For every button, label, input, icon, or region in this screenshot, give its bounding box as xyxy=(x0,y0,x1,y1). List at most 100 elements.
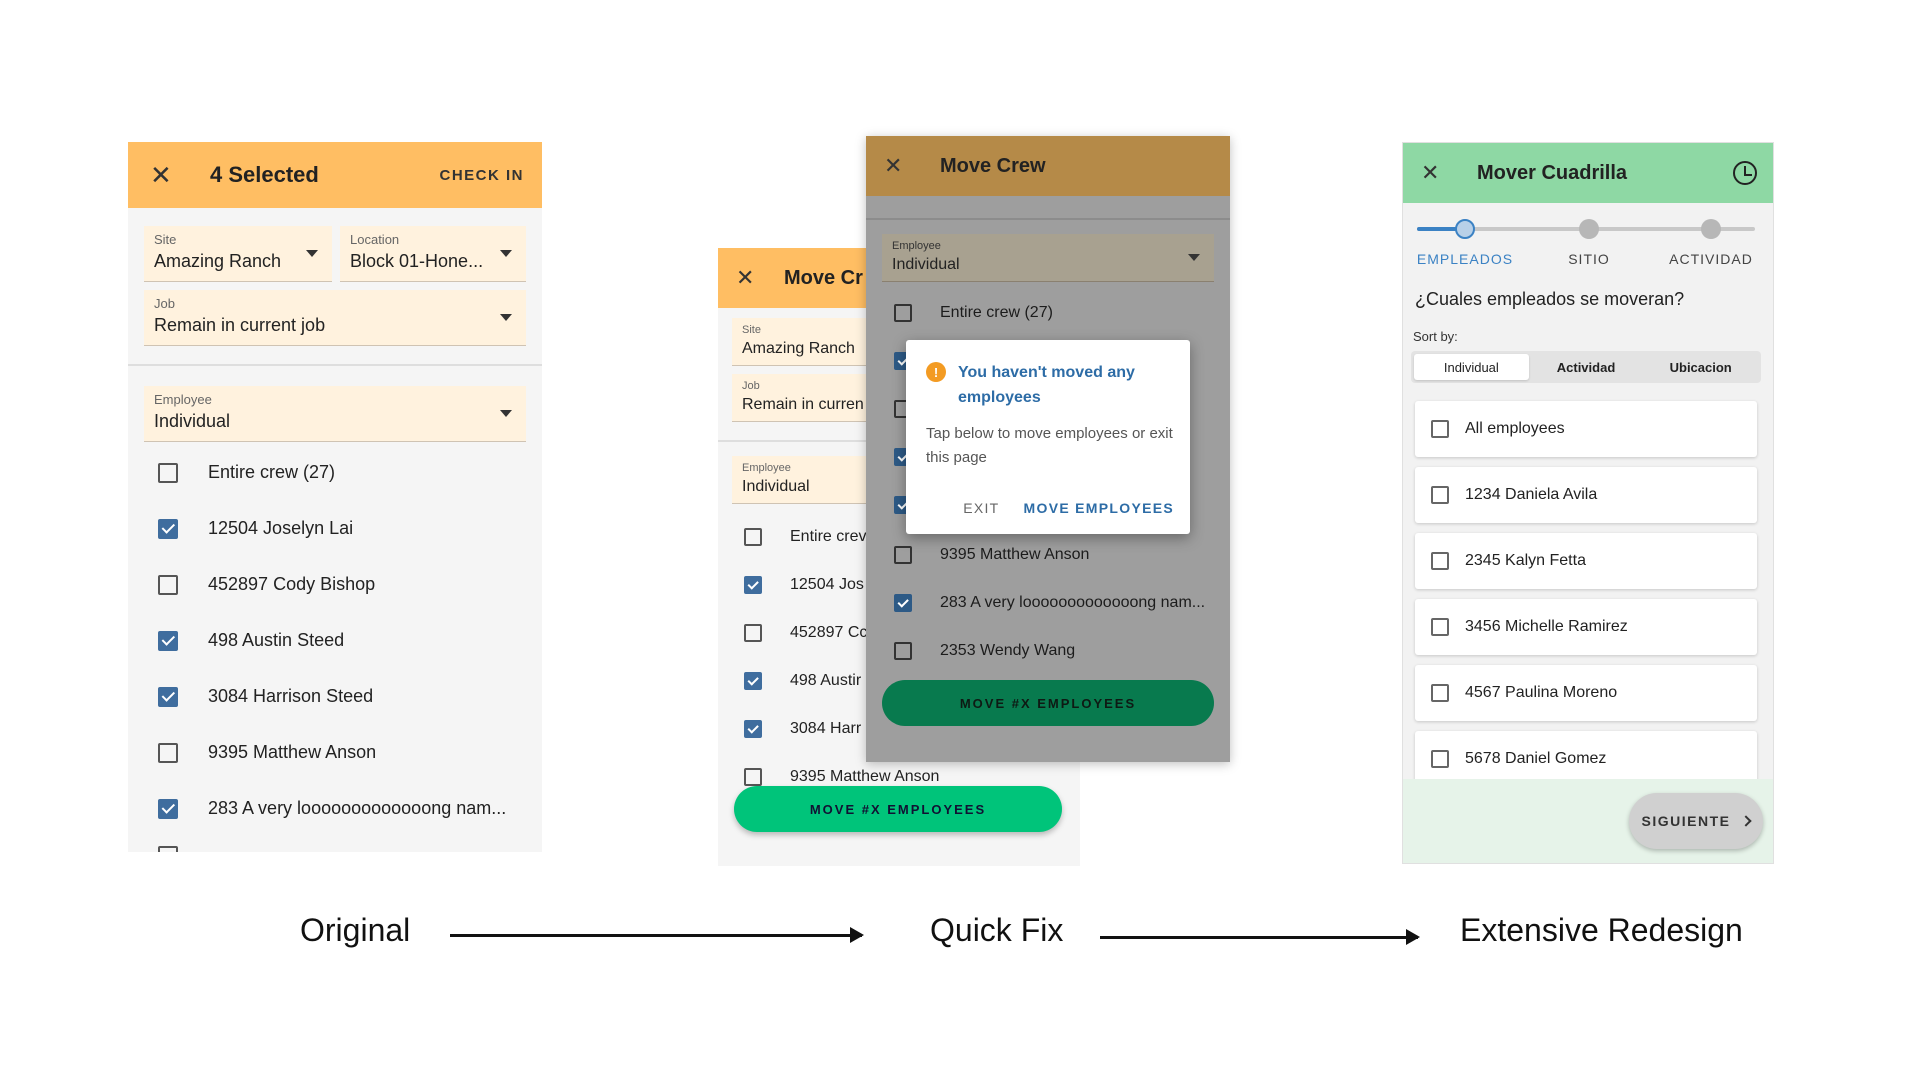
list-item[interactable]: 283 A very looooooooooooong nam... xyxy=(158,798,506,819)
original-title: 4 Selected xyxy=(210,162,319,187)
step-label-sitio[interactable]: SITIO xyxy=(1529,251,1649,267)
checkbox[interactable] xyxy=(1431,618,1449,636)
checkbox[interactable] xyxy=(744,528,762,546)
step-dot-empleados[interactable] xyxy=(1455,219,1475,239)
checkbox[interactable] xyxy=(158,518,178,539)
list-item[interactable]: Entire crew (27) xyxy=(894,304,1053,322)
caret-down-icon xyxy=(500,314,512,321)
checkbox[interactable] xyxy=(158,630,178,651)
checkbox[interactable] xyxy=(744,768,762,786)
employee-label: Employee xyxy=(892,240,941,252)
list-item-label: 452897 Cody Bishop xyxy=(208,574,376,594)
checkbox[interactable] xyxy=(894,642,912,660)
list-item-label: 498 Austir xyxy=(790,672,862,689)
checkbox[interactable] xyxy=(158,462,178,483)
step-label-actividad[interactable]: ACTIVIDAD xyxy=(1651,251,1771,267)
list-item[interactable]: 2353 Wendy Wang xyxy=(894,642,1075,660)
list-item-label: 12504 Jos xyxy=(790,576,864,593)
checkbox[interactable] xyxy=(158,846,178,852)
close-icon[interactable]: ✕ xyxy=(1421,162,1451,184)
siguiente-label: SIGUIENTE xyxy=(1641,813,1731,829)
caret-down-icon xyxy=(306,250,318,257)
step-dot-sitio[interactable] xyxy=(1579,219,1599,239)
employee-dropdown[interactable]: Employee Individual xyxy=(144,386,526,442)
move-employees-dialog-button[interactable]: MOVE EMPLOYEES xyxy=(1024,500,1174,516)
list-item[interactable]: Entire crew (27) xyxy=(158,462,335,483)
sort-option-individual[interactable]: Individual xyxy=(1414,354,1529,380)
step-label-empleados[interactable]: EMPLEADOS xyxy=(1405,251,1525,267)
site-dropdown[interactable]: Site Amazing Ranch xyxy=(144,226,332,282)
checkbox[interactable] xyxy=(158,686,178,707)
exit-button[interactable]: EXIT xyxy=(963,500,999,516)
checkbox[interactable] xyxy=(1431,420,1449,438)
checkbox[interactable] xyxy=(894,594,912,612)
list-item[interactable]: 9395 Matthew Anson xyxy=(158,742,376,763)
warning-icon: ! xyxy=(926,362,946,382)
redesign-app-bar: ✕ Mover Cuadrilla xyxy=(1403,143,1773,203)
list-item-label: 9395 Matthew Anson xyxy=(940,546,1090,563)
job-dropdown[interactable]: Job Remain in current job xyxy=(144,290,526,346)
employee-value: Individual xyxy=(892,256,960,273)
step-dot-actividad[interactable] xyxy=(1701,219,1721,239)
employee-card-label: All employees xyxy=(1465,420,1565,437)
list-item[interactable] xyxy=(158,846,208,852)
list-item[interactable]: 9395 Matthew Anson xyxy=(744,768,939,786)
checkbox[interactable] xyxy=(158,798,178,819)
checkbox[interactable] xyxy=(894,546,912,564)
checkbox[interactable] xyxy=(894,304,912,322)
employee-card[interactable]: All employees xyxy=(1415,401,1757,457)
list-item[interactable]: 12504 Joselyn Lai xyxy=(158,518,353,539)
employee-card[interactable]: 1234 Daniela Avila xyxy=(1415,467,1757,523)
employee-dropdown[interactable]: Employee Individual xyxy=(882,234,1214,282)
list-item-label: 452897 Cc xyxy=(790,624,868,641)
history-icon[interactable] xyxy=(1733,161,1757,185)
list-item[interactable]: 3084 Harr xyxy=(744,720,861,738)
list-item-label: 12504 Joselyn Lai xyxy=(208,518,354,538)
checkbox[interactable] xyxy=(744,576,762,594)
checkbox[interactable] xyxy=(744,624,762,642)
list-item[interactable]: 9395 Matthew Anson xyxy=(894,546,1089,564)
close-icon[interactable]: ✕ xyxy=(884,155,914,177)
employee-card[interactable]: 3456 Michelle Ramirez xyxy=(1415,599,1757,655)
checkbox[interactable] xyxy=(1431,486,1449,504)
siguiente-button[interactable]: SIGUIENTE xyxy=(1629,793,1763,849)
quickfix-front-title: Move Crew xyxy=(940,154,1046,177)
checkbox[interactable] xyxy=(158,574,178,595)
move-employees-button[interactable]: MOVE #X EMPLOYEES xyxy=(882,680,1214,726)
checkbox[interactable] xyxy=(1431,750,1449,768)
list-item-label: 9395 Matthew Anson xyxy=(790,768,940,785)
bottom-action-bar: SIGUIENTE xyxy=(1403,779,1773,863)
list-item[interactable]: 498 Austir xyxy=(744,672,861,690)
employee-card-label: 2345 Kalyn Fetta xyxy=(1465,552,1586,569)
list-item[interactable]: 3084 Harrison Steed xyxy=(158,686,373,707)
checkbox[interactable] xyxy=(158,742,178,763)
sort-option-ubicacion[interactable]: Ubicacion xyxy=(1643,354,1758,380)
checkbox[interactable] xyxy=(1431,684,1449,702)
list-item[interactable]: 498 Austin Steed xyxy=(158,630,344,651)
list-item-label: 283 A very looooooooooooong nam... xyxy=(208,798,507,818)
sort-segmented-control: Individual Actividad Ubicacion xyxy=(1411,351,1761,383)
checkbox[interactable] xyxy=(744,672,762,690)
list-item[interactable]: 12504 Jos xyxy=(744,576,864,594)
chevron-right-icon xyxy=(1740,815,1753,827)
job-label: Job xyxy=(154,296,175,311)
caption-quickfix: Quick Fix xyxy=(930,912,1064,948)
location-dropdown[interactable]: Location Block 01-Hone... xyxy=(340,226,526,282)
checkbox[interactable] xyxy=(1431,552,1449,570)
move-employees-button[interactable]: MOVE #X EMPLOYEES xyxy=(734,786,1062,832)
sort-option-actividad[interactable]: Actividad xyxy=(1529,354,1644,380)
dialog-title: You haven't moved any employees xyxy=(958,364,1135,406)
close-icon[interactable]: ✕ xyxy=(150,162,180,188)
list-item-label: 283 A very looooooooooooong nam... xyxy=(940,594,1206,611)
close-icon[interactable]: ✕ xyxy=(736,267,766,289)
employee-card[interactable]: 2345 Kalyn Fetta xyxy=(1415,533,1757,589)
list-item-label: 2353 Wendy Wang xyxy=(940,642,1076,659)
list-item[interactable]: 452897 Cody Bishop xyxy=(158,574,375,595)
list-item[interactable]: 452897 Cc xyxy=(744,624,867,642)
list-item[interactable]: 283 A very looooooooooooong nam... xyxy=(894,594,1205,612)
caption-redesign: Extensive Redesign xyxy=(1460,912,1743,948)
check-in-button[interactable]: CHECK IN xyxy=(439,167,524,184)
list-item[interactable]: Entire crev xyxy=(744,528,866,546)
checkbox[interactable] xyxy=(744,720,762,738)
employee-card[interactable]: 4567 Paulina Moreno xyxy=(1415,665,1757,721)
